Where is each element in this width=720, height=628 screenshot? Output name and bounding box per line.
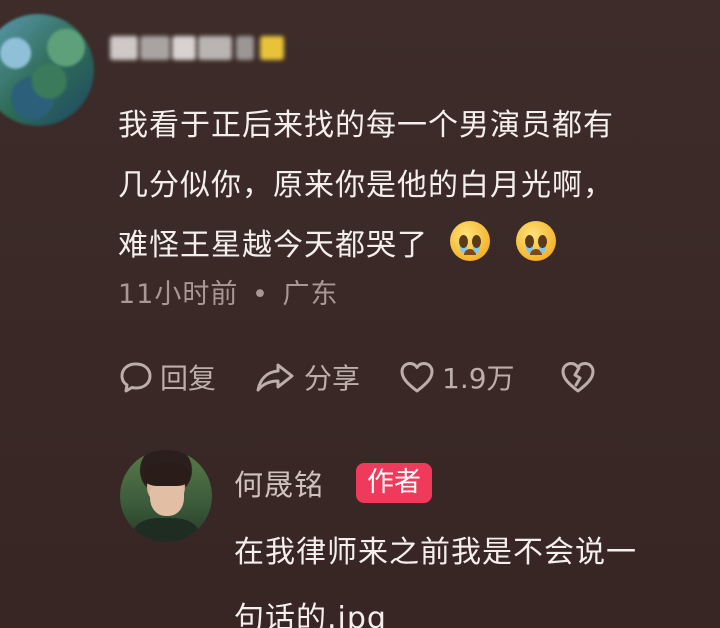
comment-location: 广东 [282,279,339,310]
like-count: 1.9万 [442,362,515,395]
crying-face-icon [516,221,556,261]
share-arrow-icon [256,363,294,392]
commenter-username-blurred[interactable] [110,28,292,68]
author-badge: 作者 [356,463,432,503]
like-button[interactable]: 1.9万 [398,357,515,397]
comment-line: 几分似你，原来你是他的白月光啊， [118,168,614,203]
comment-line: 难怪王星越今天都哭了 [118,216,703,276]
meta-separator: • [251,279,269,310]
crying-face-icon [450,221,490,261]
comment-text: 我看于正后来找的每一个男演员都有 几分似你，原来你是他的白月光啊， 难怪王星越今… [118,96,703,276]
reply-label: 回复 [160,362,217,395]
reply-line: 在我律师来之前我是不会说一 [234,535,637,570]
reply-line: 句话的.jpg [234,601,387,628]
comment-meta: 11小时前 • 广东 [118,272,338,311]
dislike-button[interactable] [559,359,603,395]
broken-heart-icon [561,362,595,393]
reply-button[interactable]: 回复 [118,357,216,397]
comment-actions: 回复 分享 1.9万 [118,352,641,402]
author-avatar[interactable] [120,450,212,542]
comment-time: 11小时前 [118,279,239,310]
share-button[interactable]: 分享 [254,357,360,397]
heart-icon [400,362,434,393]
comment-line: 我看于正后来找的每一个男演员都有 [118,108,614,143]
author-name[interactable]: 何晟铭 [234,462,324,504]
reply-text: 在我律师来之前我是不会说一 句话的.jpg [234,520,694,628]
share-label: 分享 [304,362,361,395]
reply-bubble-icon [120,362,152,393]
